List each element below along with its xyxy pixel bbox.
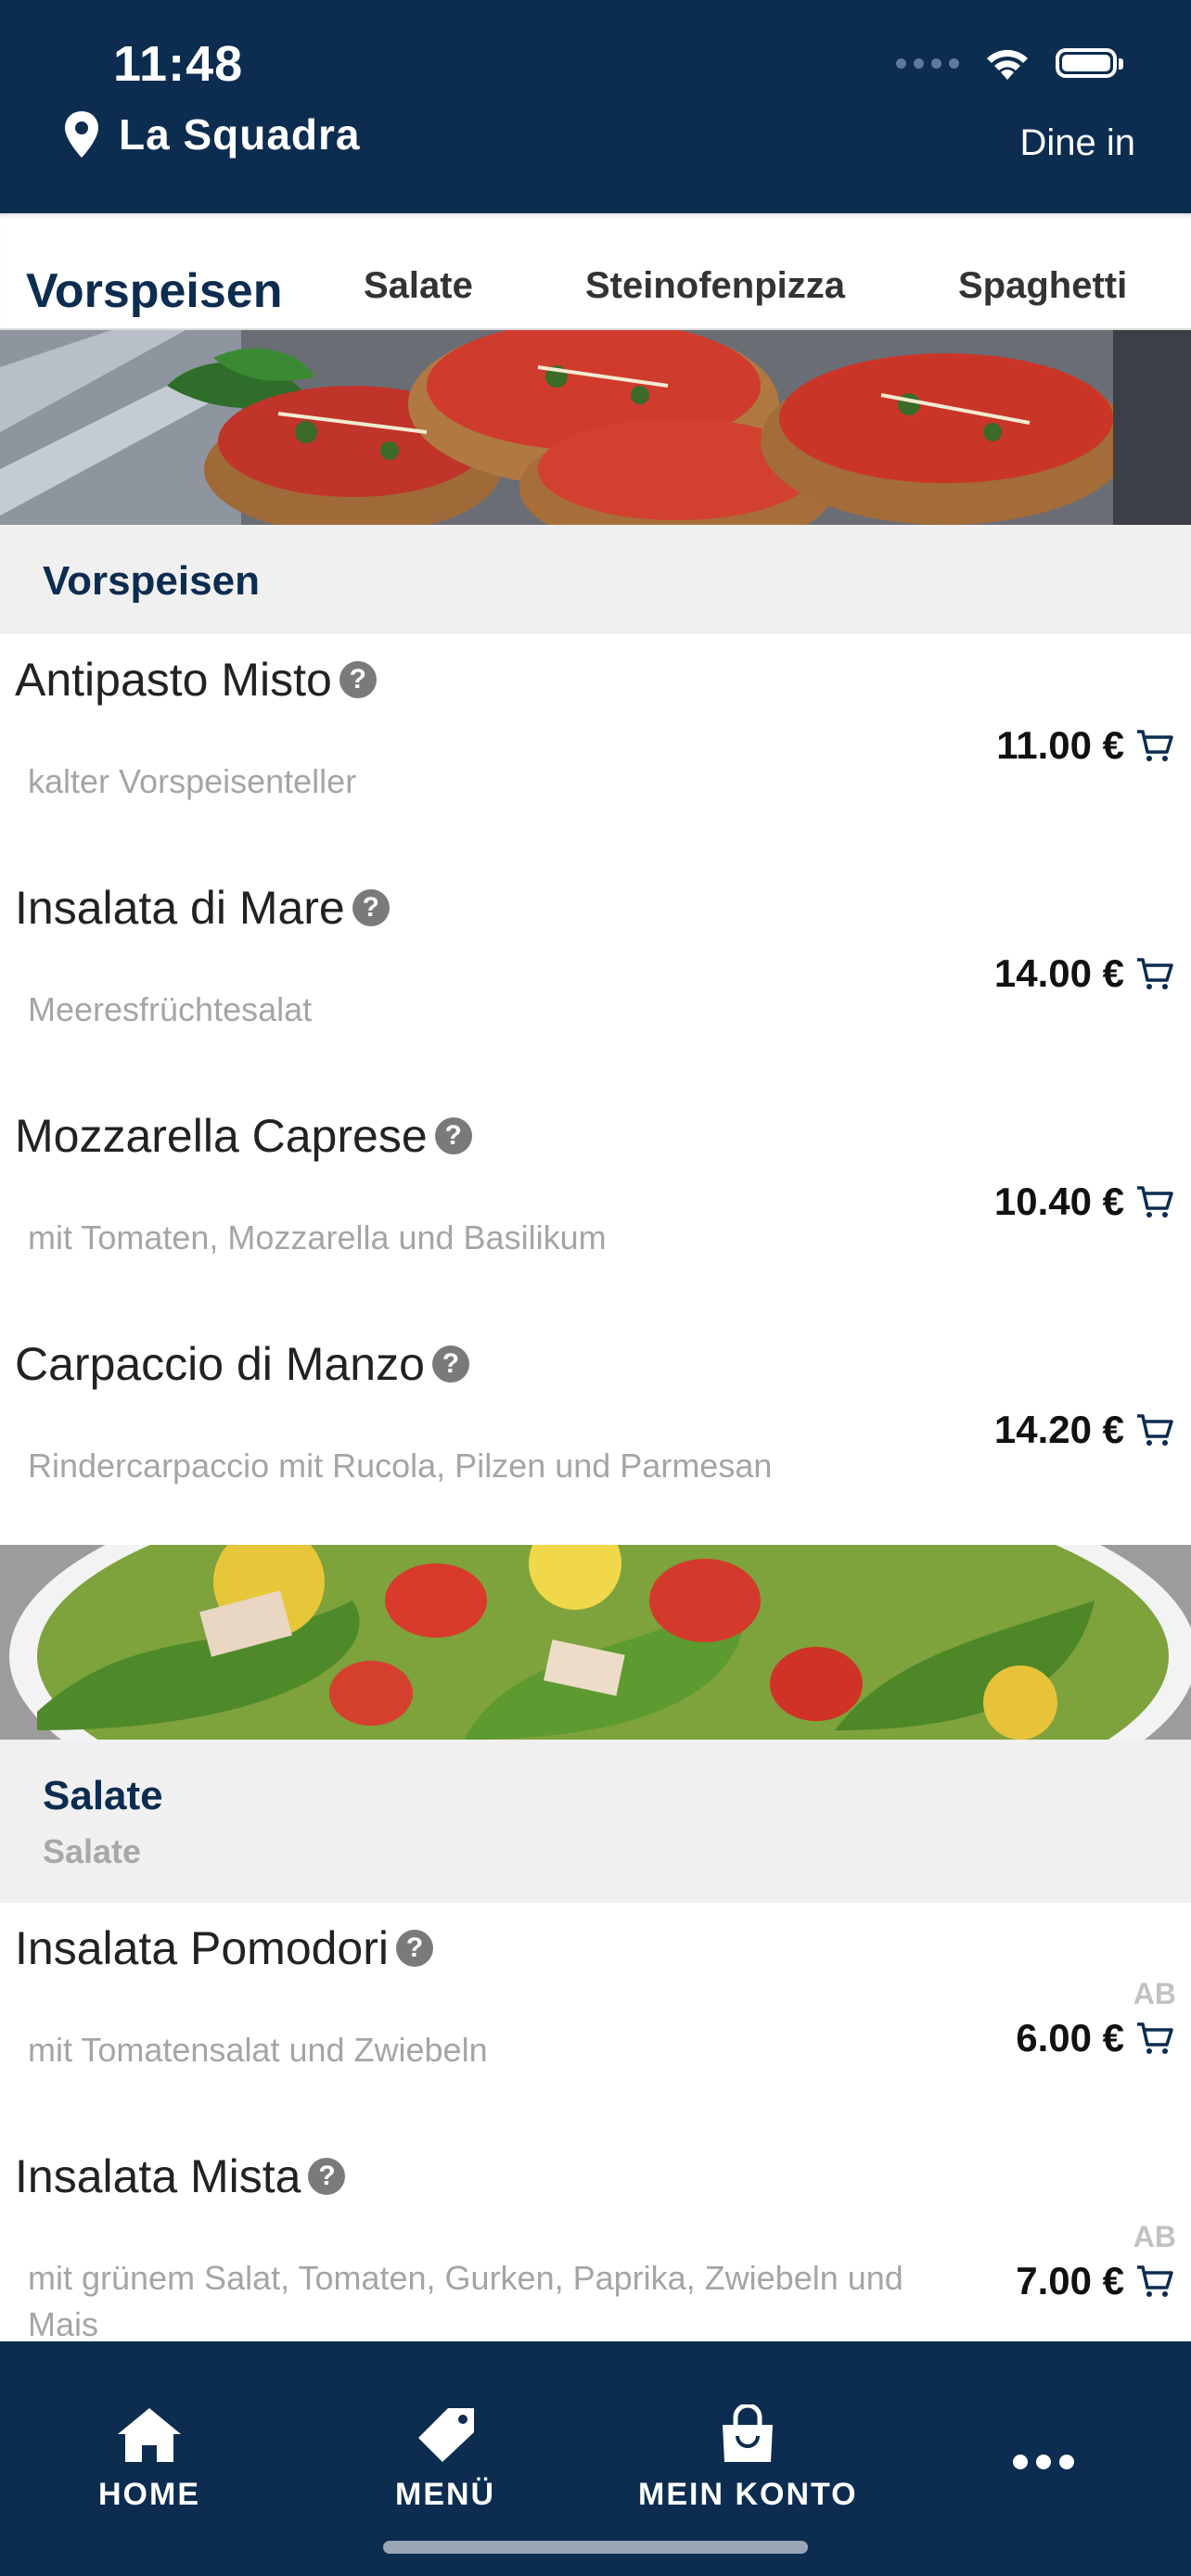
menu-item[interactable]: Insalata di Mare ? Meeresfrüchtesalat 14…: [0, 862, 1191, 1092]
item-price: 7.00 €: [1016, 2259, 1124, 2302]
add-to-cart-button[interactable]: 14.00 €: [994, 951, 1174, 996]
cart-icon: [1137, 1186, 1173, 1218]
item-name: Insalata Pomodori ?: [15, 1921, 434, 1975]
info-icon[interactable]: ?: [352, 889, 390, 926]
item-price: 11.00 €: [996, 723, 1124, 767]
item-description: mit Tomatensalat und Zwiebeln: [28, 2031, 488, 2069]
item-description: mit Tomaten, Mozzarella und Basilikum: [28, 1218, 607, 1256]
nav-home-label: HOME: [98, 2477, 200, 2512]
nav-menu-label: MENÜ: [395, 2477, 496, 2512]
item-description: mit grünem Salat, Tomaten, Gurken, Papri…: [28, 2259, 903, 2343]
cart-icon: [1137, 1414, 1173, 1446]
add-to-cart-button[interactable]: 11.00 €: [996, 723, 1174, 768]
menu-item[interactable]: Mozzarella Caprese ? mit Tomaten, Mozzar…: [0, 1090, 1191, 1320]
cart-icon: [1137, 730, 1173, 761]
item-price: 14.00 €: [993, 951, 1124, 995]
cellular-signal-icon: [896, 57, 959, 69]
item-name: Carpaccio di Manzo ?: [15, 1337, 469, 1391]
section-subtitle: Salate: [43, 1832, 142, 1870]
tab-vorspeisen[interactable]: Vorspeisen: [26, 263, 282, 319]
section-title: Salate: [43, 1773, 163, 1818]
location-pin-icon: [65, 111, 98, 158]
store-name: La Squadra: [119, 110, 361, 159]
section-title: Vorspeisen: [43, 558, 260, 604]
item-price: 6.00 €: [1016, 2016, 1124, 2060]
battery-icon: [1056, 48, 1123, 78]
item-description: Rindercarpaccio mit Rucola, Pilzen und P…: [28, 1447, 773, 1485]
nav-more[interactable]: [1011, 2453, 1076, 2471]
nav-account-label: MEIN KONTO: [638, 2477, 858, 2512]
status-time: 11:48: [113, 36, 244, 92]
home-indicator[interactable]: [383, 2541, 808, 2554]
item-name: Insalata di Mare ?: [15, 881, 390, 935]
cart-icon: [1137, 958, 1173, 989]
home-icon: [118, 2408, 181, 2462]
info-icon[interactable]: ?: [308, 2158, 346, 2195]
section-header-salate: Salate Salate: [0, 1740, 1191, 1903]
nav-home[interactable]: HOME: [98, 2404, 200, 2513]
item-description: Meeresfrüchtesalat: [28, 990, 313, 1028]
tag-icon: [418, 2408, 475, 2462]
cart-icon: [1137, 2022, 1173, 2054]
more-icon: [1013, 2455, 1074, 2469]
info-icon[interactable]: ?: [339, 661, 377, 698]
info-icon[interactable]: ?: [431, 1345, 469, 1383]
item-description: kalter Vorspeisenteller: [28, 762, 357, 800]
item-price: 10.40 €: [993, 1180, 1124, 1223]
menu-item[interactable]: Carpaccio di Manzo ? Rindercarpaccio mit…: [0, 1319, 1191, 1545]
nav-account[interactable]: MEIN KONTO: [638, 2404, 858, 2513]
app-header: 11:48 La Squadra Dine in: [0, 0, 1191, 213]
nav-menu[interactable]: MENÜ: [395, 2404, 495, 2513]
menu-item[interactable]: Insalata Pomodori ? mit Tomatensalat und…: [0, 1903, 1191, 2133]
tab-salate[interactable]: Salate: [364, 265, 473, 307]
wifi-icon: [987, 49, 1028, 80]
add-to-cart-button[interactable]: 7.00 €: [1016, 2259, 1174, 2303]
info-icon[interactable]: ?: [396, 1930, 434, 1967]
vorspeisen-banner-image: [0, 330, 1191, 525]
status-icons: [896, 45, 1123, 82]
add-to-cart-button[interactable]: 10.40 €: [994, 1180, 1174, 1224]
menu-item[interactable]: Antipasto Misto ? kalter Vorspeisentelle…: [0, 634, 1191, 864]
item-price: 14.20 €: [993, 1408, 1124, 1451]
item-name: Insalata Mista ?: [15, 2149, 346, 2203]
salate-banner-image: [0, 1545, 1191, 1740]
dine-mode-toggle[interactable]: Dine in: [1019, 122, 1135, 164]
item-name: Mozzarella Caprese ?: [15, 1109, 472, 1163]
price-from-label: AB: [1133, 2220, 1176, 2253]
store-selector[interactable]: La Squadra: [63, 109, 361, 159]
info-icon[interactable]: ?: [434, 1117, 472, 1154]
item-name: Antipasto Misto ?: [15, 653, 377, 707]
tab-steinofenpizza[interactable]: Steinofenpizza: [585, 265, 845, 307]
add-to-cart-button[interactable]: 6.00 €: [1016, 2016, 1174, 2060]
price-from-label: AB: [1133, 1977, 1176, 2010]
category-tabs: Vorspeisen Salate Steinofenpizza Spaghet…: [0, 213, 1191, 330]
cart-icon: [1137, 2265, 1173, 2297]
tab-spaghetti[interactable]: Spaghetti: [958, 265, 1127, 307]
shopping-bag-icon: [723, 2404, 774, 2462]
menu-item[interactable]: Insalata Mista ? mit grünem Salat, Tomat…: [0, 2131, 1191, 2353]
add-to-cart-button[interactable]: 14.20 €: [994, 1408, 1174, 1452]
section-header-vorspeisen: Vorspeisen: [0, 525, 1191, 634]
